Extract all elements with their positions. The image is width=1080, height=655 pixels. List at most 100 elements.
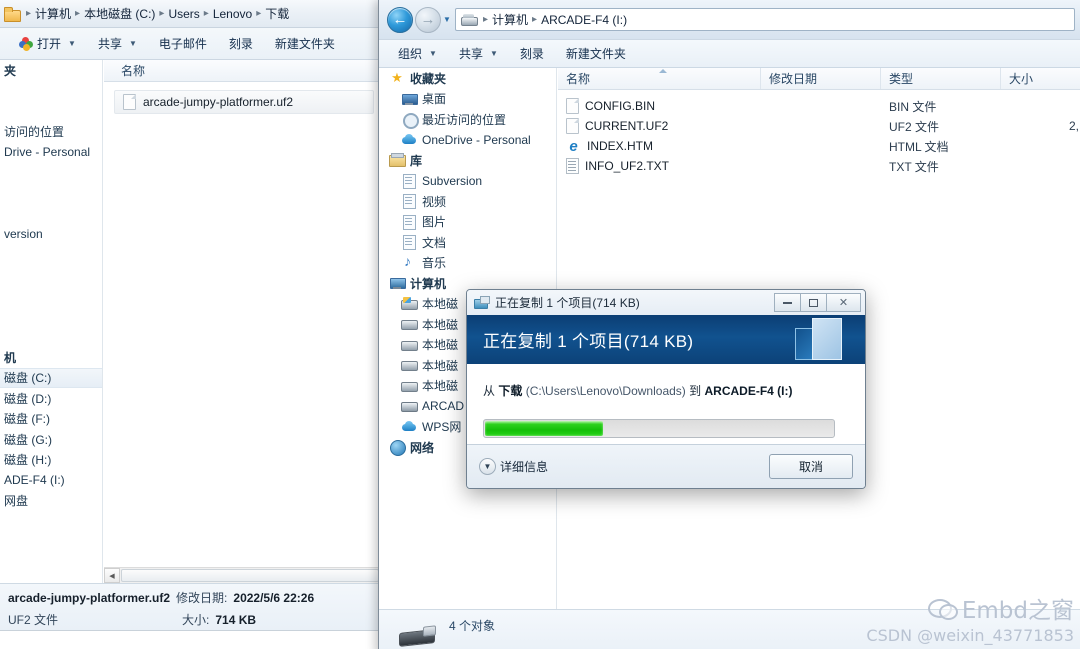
nav-tree-item-label: 本地磁 <box>422 379 459 394</box>
toolbar-burn-button[interactable]: 刻录 <box>218 31 264 56</box>
breadcrumb-item-users[interactable]: Users <box>168 7 199 21</box>
file-name: CONFIG.BIN <box>585 99 656 113</box>
nav-tree-item[interactable]: 图片 <box>379 212 556 233</box>
copy-progress-dialog[interactable]: 正在复制 1 个项目(714 KB) ✕ 正在复制 1 个项目(714 KB) … <box>466 289 866 489</box>
breadcrumb-item-arcade-f4[interactable]: ARCADE-F4 (I:) <box>541 13 627 27</box>
nav-tree-item[interactable]: 桌面 <box>379 89 556 110</box>
toolbar-new-folder-button[interactable]: 新建文件夹 <box>264 31 346 56</box>
breadcrumb-separator: ▸ <box>203 8 209 19</box>
cell-name: CURRENT.UF2 <box>558 118 761 134</box>
background-nav-item[interactable]: 网盘 <box>0 491 102 512</box>
toolbar-burn-label: 刻录 <box>228 37 253 51</box>
maximize-button[interactable] <box>800 293 827 312</box>
background-nav-item[interactable] <box>0 101 102 122</box>
dialog-title-bar[interactable]: 正在复制 1 个项目(714 KB) ✕ <box>467 290 865 315</box>
background-file-list[interactable]: 名称 arcade-jumpy-platformer.uf2 <box>104 60 379 655</box>
column-header-type[interactable]: 类型 <box>881 68 1001 89</box>
nav-tree-item[interactable]: 音乐 <box>379 253 556 274</box>
document-icon <box>401 173 417 189</box>
toolbar-share-label: 共享 <box>97 37 122 51</box>
breadcrumb-item-local-disk[interactable]: 本地磁盘 (C:) <box>84 5 155 22</box>
nav-tree-item-label: 收藏夹 <box>410 71 447 86</box>
scrollbar-thumb[interactable] <box>121 569 379 582</box>
background-nav-item[interactable]: 访问的位置 <box>0 122 102 143</box>
nav-tree-item[interactable]: 文档 <box>379 232 556 253</box>
nav-tree-item-label: 本地磁 <box>422 338 459 353</box>
background-nav-item[interactable]: ADE-F4 (I:) <box>0 470 102 491</box>
status-modified-label: 修改日期: <box>176 591 228 605</box>
background-toolbar: 打开 ▼ 共享 ▼ 电子邮件 刻录 新建文件夹 <box>0 28 379 60</box>
background-nav-item[interactable]: 磁盘 (D:) <box>0 388 102 409</box>
column-header-name[interactable]: 名称 <box>558 68 761 89</box>
background-nav-item[interactable] <box>0 286 102 307</box>
background-nav-item[interactable] <box>0 245 102 266</box>
file-rows-container: CONFIG.BIN BIN 文件 CURRENT.UF2 UF2 文件 2, INDEX… <box>558 90 1080 176</box>
breadcrumb-item-computer[interactable]: 计算机 <box>35 5 71 22</box>
background-nav-item[interactable]: version <box>0 224 102 245</box>
nav-tree-item-label: OneDrive - Personal <box>422 132 531 147</box>
toolbar-open-button[interactable]: 打开 ▼ <box>8 31 87 56</box>
background-nav-item-label: 网盘 <box>4 494 29 509</box>
background-nav-item[interactable] <box>0 204 102 225</box>
usb-drive-icon <box>399 624 435 646</box>
background-nav-item[interactable] <box>0 81 102 102</box>
table-row[interactable]: CURRENT.UF2 UF2 文件 2, <box>558 116 1080 136</box>
background-explorer-window[interactable]: ▸ 计算机 ▸ 本地磁盘 (C:) ▸ Users ▸ Lenovo ▸ 下载 … <box>0 0 380 655</box>
breadcrumb-item-downloads[interactable]: 下载 <box>265 5 289 22</box>
toolbar-share-button[interactable]: 共享 ▼ <box>448 41 509 66</box>
forward-button[interactable]: → <box>415 6 441 33</box>
breadcrumb-item-lenovo[interactable]: Lenovo <box>213 7 252 21</box>
minimize-button[interactable] <box>774 293 801 312</box>
table-row[interactable]: CONFIG.BIN BIN 文件 <box>558 96 1080 116</box>
background-nav-item[interactable]: 磁盘 (F:) <box>0 409 102 430</box>
star-icon: ★ <box>391 70 403 86</box>
background-horizontal-scrollbar[interactable]: ◀ <box>104 567 379 583</box>
background-breadcrumb-bar[interactable]: ▸ 计算机 ▸ 本地磁盘 (C:) ▸ Users ▸ Lenovo ▸ 下载 <box>0 0 379 28</box>
background-nav-item[interactable]: Drive - Personal <box>0 142 102 163</box>
background-nav-item[interactable] <box>0 163 102 184</box>
toolbar-email-button[interactable]: 电子邮件 <box>148 31 218 56</box>
background-column-header-name[interactable]: 名称 <box>104 60 379 82</box>
column-header-modified[interactable]: 修改日期 <box>761 68 881 89</box>
nav-tree-item-label: ARCAD <box>422 399 465 414</box>
background-nav-item[interactable]: 磁盘 (C:) <box>0 367 102 388</box>
breadcrumb-separator: ▸ <box>159 8 165 19</box>
recent-pages-dropdown-icon[interactable]: ▼ <box>441 7 453 33</box>
open-with-icon <box>19 36 33 51</box>
background-nav-item[interactable] <box>0 306 102 327</box>
background-nav-item[interactable]: 磁盘 (H:) <box>0 450 102 471</box>
background-nav-item[interactable]: 磁盘 (G:) <box>0 429 102 450</box>
details-toggle-button[interactable]: ▼ 详细信息 <box>479 458 548 475</box>
background-nav-item[interactable] <box>0 183 102 204</box>
breadcrumb-item-computer[interactable]: 计算机 <box>492 11 528 28</box>
toolbar-new-folder-button[interactable]: 新建文件夹 <box>555 41 637 66</box>
toolbar-organize-button[interactable]: 组织 ▼ <box>387 41 448 66</box>
status-size-value: 714 KB <box>215 613 257 627</box>
background-nav-item[interactable]: 夹 <box>0 60 102 81</box>
scroll-left-icon[interactable]: ◀ <box>104 568 120 583</box>
background-nav-item[interactable] <box>0 327 102 348</box>
address-bar[interactable]: ▸ 计算机 ▸ ARCADE-F4 (I:) <box>455 8 1075 31</box>
nav-tree-item[interactable]: 库 <box>379 150 556 171</box>
progress-bar-fill <box>485 421 604 436</box>
toolbar-burn-button[interactable]: 刻录 <box>509 41 555 66</box>
toolbar-share-button[interactable]: 共享 ▼ <box>87 31 148 56</box>
nav-tree-item[interactable]: Subversion <box>379 171 556 192</box>
background-selected-file-row[interactable]: arcade-jumpy-platformer.uf2 <box>114 90 374 114</box>
nav-tree-item[interactable]: ★ 收藏夹 <box>379 68 556 89</box>
nav-tree-item-label: 音乐 <box>422 256 447 271</box>
close-button[interactable]: ✕ <box>826 293 861 312</box>
table-row[interactable]: INFO_UF2.TXT TXT 文件 <box>558 156 1080 176</box>
desktop-icon <box>401 91 418 107</box>
background-nav-item[interactable]: 机 <box>0 347 102 368</box>
back-button[interactable]: ← <box>387 6 413 33</box>
background-nav-item[interactable] <box>0 265 102 286</box>
nav-tree-item[interactable]: 最近访问的位置 <box>379 109 556 130</box>
cancel-button[interactable]: 取消 <box>769 454 853 479</box>
nav-tree-item[interactable]: 视频 <box>379 191 556 212</box>
column-header-size[interactable]: 大小 <box>1001 68 1080 89</box>
table-row[interactable]: INDEX.HTM HTML 文档 <box>558 136 1080 156</box>
nav-tree-item[interactable]: OneDrive - Personal <box>379 130 556 151</box>
background-navigation-pane[interactable]: 夹访问的位置 Drive - Personal version 机磁盘 (C:) 磁盘 … <box>0 60 103 655</box>
hdd-icon <box>401 357 418 373</box>
